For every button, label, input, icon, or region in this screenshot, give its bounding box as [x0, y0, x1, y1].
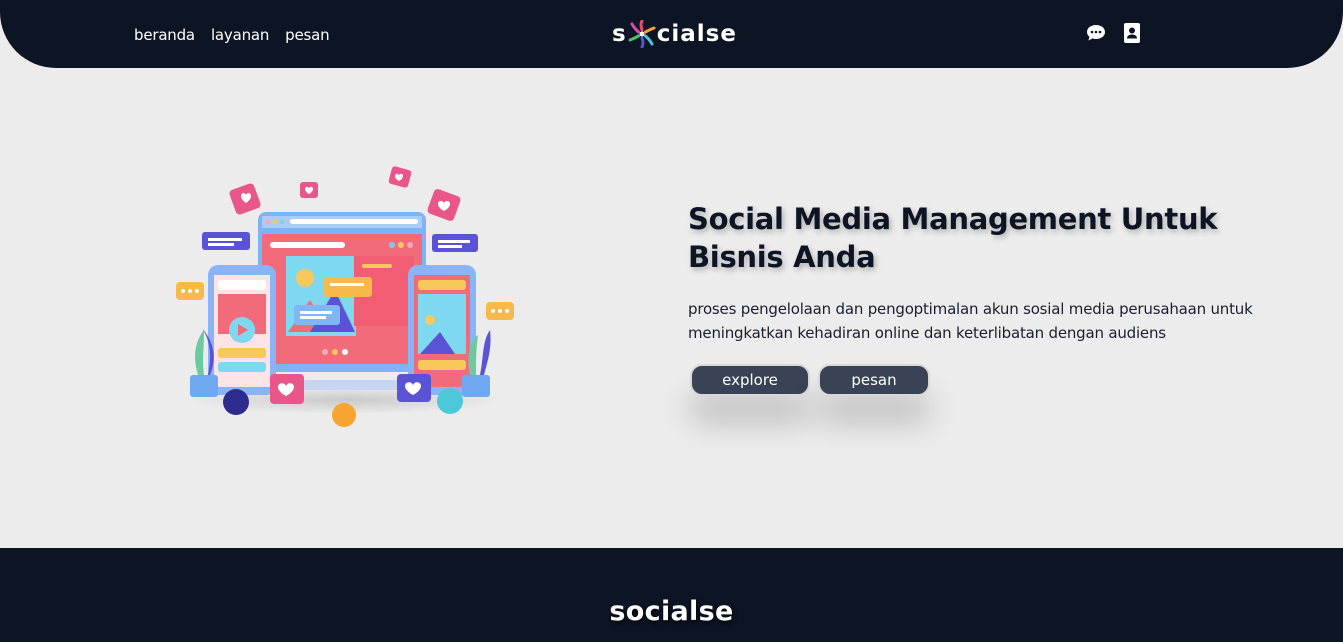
brand-suffix: cialse: [656, 21, 737, 47]
social-media-illustration: [176, 166, 514, 427]
footer: socialse: [0, 548, 1343, 642]
contact-icon[interactable]: [1121, 22, 1143, 44]
nav-link-layanan[interactable]: layanan: [211, 26, 269, 44]
nav-links: beranda layanan pesan: [134, 26, 330, 44]
brand-prefix: s: [612, 21, 627, 47]
nav-link-beranda[interactable]: beranda: [134, 26, 195, 44]
brand-logo-text[interactable]: s cialse: [612, 17, 737, 51]
explore-button[interactable]: explore: [690, 364, 810, 396]
footer-brand: socialse: [609, 596, 734, 627]
hero-buttons: explore pesan: [690, 364, 1288, 396]
hero-section: Social Media Management Untuk Bisnis And…: [688, 200, 1288, 396]
chat-icon[interactable]: [1085, 22, 1107, 44]
social-network-logo-icon: [628, 20, 656, 48]
pesan-button[interactable]: pesan: [818, 364, 930, 396]
hero-description: proses pengelolaan dan pengoptimalan aku…: [688, 300, 1253, 342]
hero-title: Social Media Management Untuk Bisnis And…: [688, 202, 1218, 274]
nav-link-pesan[interactable]: pesan: [285, 26, 329, 44]
navbar: beranda layanan pesan s cialse: [0, 0, 1343, 68]
nav-icons: [1085, 22, 1143, 44]
